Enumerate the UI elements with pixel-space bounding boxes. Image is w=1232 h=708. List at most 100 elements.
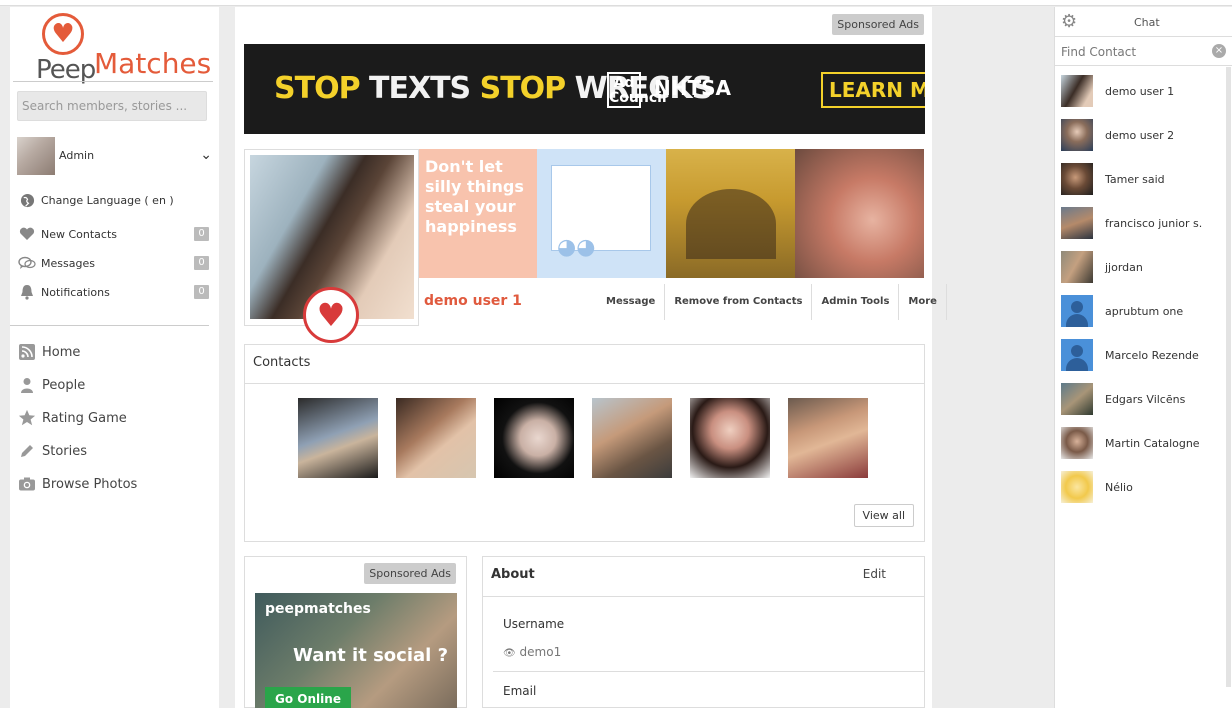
find-contact-input[interactable]: Find Contact bbox=[1055, 38, 1232, 66]
view-all-button[interactable]: View all bbox=[853, 504, 914, 527]
chat-contact[interactable]: Tamer said bbox=[1061, 163, 1226, 197]
profile-actions: Message Remove from Contacts Admin Tools… bbox=[597, 284, 947, 320]
panel-divider bbox=[493, 671, 924, 672]
sidebar-item-people[interactable]: People bbox=[17, 374, 207, 396]
search-input[interactable]: Search members, stories ... bbox=[17, 91, 207, 121]
change-language-link[interactable]: Change Language ( en ) bbox=[17, 190, 209, 210]
avatar bbox=[1061, 427, 1093, 459]
admin-tools-button[interactable]: Admin Tools bbox=[811, 284, 898, 320]
profile-heart-icon[interactable]: ♥ bbox=[303, 287, 359, 343]
nhtsa-logo: NHTSA bbox=[654, 76, 732, 100]
contact-thumbnail[interactable] bbox=[298, 398, 378, 478]
about-panel: About Edit Username 👁 demo1 Email bbox=[482, 556, 925, 708]
chat-contact-name: Marcelo Rezende bbox=[1105, 349, 1199, 362]
chat-contact-name: demo user 1 bbox=[1105, 85, 1175, 98]
sidebar-item-notifications[interactable]: Notifications 0 bbox=[17, 282, 209, 302]
sidebar-item-home[interactable]: Home bbox=[17, 341, 207, 363]
sponsored-ads-tag: Sponsored Ads bbox=[832, 14, 924, 35]
sidebar-item-label: Rating Game bbox=[42, 410, 127, 426]
chat-contact-name: aprubtum one bbox=[1105, 305, 1184, 318]
chat-contact[interactable]: Edgars Vilcēns bbox=[1061, 383, 1226, 417]
cover-quote-tile: Don't let silly things steal your happin… bbox=[419, 149, 537, 278]
saree-shape bbox=[686, 189, 776, 259]
chat-contact[interactable]: aprubtum one bbox=[1061, 295, 1226, 329]
baby-feet-icon: ◕◕ bbox=[557, 235, 596, 260]
edit-about-link[interactable]: Edit bbox=[863, 567, 886, 581]
sidebar-item-new-contacts[interactable]: New Contacts 0 bbox=[17, 224, 209, 244]
contacts-panel: Contacts View all bbox=[244, 344, 925, 542]
chat-contact[interactable]: Marcelo Rezende bbox=[1061, 339, 1226, 373]
username-label: Username bbox=[503, 617, 565, 631]
left-sidebar: ♥ Peep Matches Search members, stories .… bbox=[10, 7, 219, 708]
message-button[interactable]: Message bbox=[597, 284, 664, 320]
logo-text-matches: Matches bbox=[94, 47, 212, 80]
sidebar-item-messages[interactable]: Messages 0 bbox=[17, 253, 209, 273]
site-logo[interactable]: ♥ Peep Matches bbox=[36, 13, 211, 85]
chat-contact[interactable]: Nélio bbox=[1061, 471, 1226, 505]
messages-count-badge: 0 bbox=[194, 256, 209, 270]
user-menu[interactable]: Admin ⌄ bbox=[17, 137, 212, 177]
sidebar-item-label: Notifications bbox=[41, 285, 110, 299]
chat-contact-name: jjordan bbox=[1105, 261, 1143, 274]
profile-card: Don't let silly things steal your happin… bbox=[244, 149, 947, 343]
chat-sidebar: ⚙ Chat Find Contact × demo user 1 demo u… bbox=[1054, 7, 1232, 708]
close-icon[interactable]: × bbox=[1212, 44, 1226, 58]
chat-header: ⚙ Chat bbox=[1055, 7, 1232, 37]
globe-icon bbox=[17, 191, 37, 209]
banner-ad[interactable]: STOP TEXTS STOP WRECKS Ad Council NHTSA … bbox=[244, 44, 925, 134]
user-name: Admin bbox=[59, 149, 95, 162]
remove-contact-button[interactable]: Remove from Contacts bbox=[664, 284, 811, 320]
messages-icon bbox=[17, 254, 37, 272]
sidebar-item-browse-photos[interactable]: Browse Photos bbox=[17, 473, 207, 495]
contact-thumbnail[interactable] bbox=[788, 398, 868, 478]
sidebar-item-label: New Contacts bbox=[41, 227, 118, 241]
avatar bbox=[1061, 251, 1093, 283]
learn-more-button[interactable]: LEARN MOR bbox=[821, 72, 925, 108]
ad-headline: Want it social ? bbox=[293, 645, 449, 666]
side-ad-image[interactable]: peepmatches Want it social ? Go Online bbox=[255, 593, 457, 708]
pencil-icon bbox=[17, 441, 37, 461]
avatar bbox=[1061, 471, 1093, 503]
person-icon bbox=[17, 375, 37, 395]
contact-thumbnail[interactable] bbox=[494, 398, 574, 478]
chat-contact[interactable]: francisco junior s. bbox=[1061, 207, 1226, 241]
panel-divider bbox=[483, 596, 924, 597]
cover-face-tile bbox=[795, 149, 924, 278]
contacts-title: Contacts bbox=[253, 355, 311, 370]
sidebar-item-label: Home bbox=[42, 344, 81, 360]
chat-scrollbar[interactable] bbox=[1226, 67, 1231, 687]
gear-icon[interactable]: ⚙ bbox=[1061, 11, 1077, 32]
heart-icon bbox=[17, 225, 37, 243]
sidebar-item-stories[interactable]: Stories bbox=[17, 440, 207, 462]
contact-thumbnail[interactable] bbox=[592, 398, 672, 478]
avatar bbox=[1061, 163, 1093, 195]
side-ad-panel: Sponsored Ads peepmatches Want it social… bbox=[244, 556, 467, 708]
cover-saree-tile bbox=[666, 149, 795, 278]
banner-word: TEXTS bbox=[359, 71, 480, 106]
email-label: Email bbox=[503, 684, 537, 698]
contact-thumbnail[interactable] bbox=[690, 398, 770, 478]
profile-cover: Don't let silly things steal your happin… bbox=[419, 149, 925, 278]
sidebar-item-label: Browse Photos bbox=[42, 476, 138, 492]
chevron-down-icon[interactable]: ⌄ bbox=[200, 147, 212, 163]
go-online-button[interactable]: Go Online bbox=[265, 687, 351, 708]
chat-contact[interactable]: demo user 2 bbox=[1061, 119, 1226, 153]
profile-name[interactable]: demo user 1 bbox=[424, 293, 522, 309]
contact-thumbnail[interactable] bbox=[396, 398, 476, 478]
chat-contact-name: Nélio bbox=[1105, 481, 1133, 494]
ad-brand: peepmatches bbox=[265, 601, 371, 617]
panel-divider bbox=[245, 383, 924, 384]
ad-council-logo: Ad Council bbox=[607, 72, 667, 108]
chat-contact[interactable]: demo user 1 bbox=[1061, 75, 1226, 109]
cover-frame-tile: ◕◕ bbox=[537, 149, 666, 278]
top-bar bbox=[0, 0, 1232, 6]
chat-contact[interactable]: jjordan bbox=[1061, 251, 1226, 285]
more-button[interactable]: More bbox=[898, 284, 947, 320]
sidebar-item-rating-game[interactable]: Rating Game bbox=[17, 407, 207, 429]
banner-word: STOP bbox=[479, 71, 567, 106]
banner-word: STOP bbox=[274, 71, 361, 106]
logo-heart-icon: ♥ bbox=[42, 13, 84, 55]
avatar bbox=[1061, 75, 1093, 107]
chat-contact-name: demo user 2 bbox=[1105, 129, 1175, 142]
chat-contact[interactable]: Martin Catalogne bbox=[1061, 427, 1226, 461]
